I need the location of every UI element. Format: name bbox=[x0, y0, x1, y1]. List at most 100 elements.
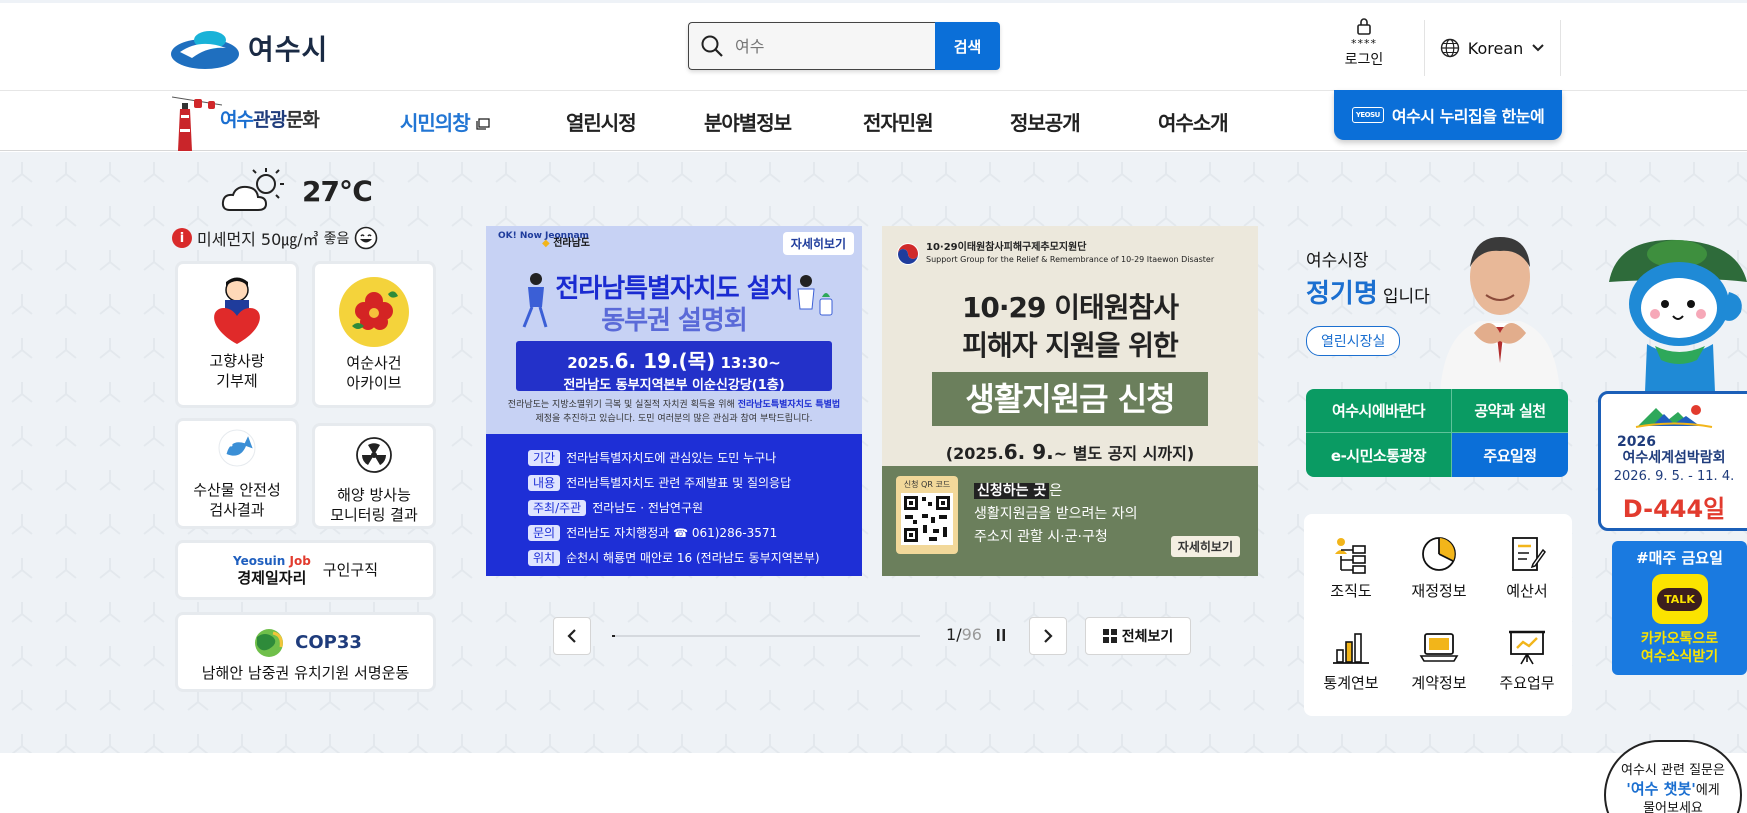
view-all-label: 전체보기 bbox=[1121, 629, 1174, 645]
banner1-description: 전라남도는 지방소멸위기 극복 및 실질적 자치권 획득을 위해 전라남도특별자… bbox=[496, 398, 852, 426]
pause-button[interactable] bbox=[992, 626, 1010, 644]
prev-slide-button[interactable] bbox=[553, 617, 591, 655]
quick-card-job[interactable]: Yeosuin Job 경제일자리 구인구직 bbox=[175, 540, 436, 600]
tour-culture-label: 여수관광문화 bbox=[220, 105, 320, 132]
nav-item-field-info[interactable]: 분야별정보 bbox=[704, 107, 792, 136]
banner-slide-jeonnam[interactable]: OK! Now Jeonnam ◆ 전라남도 자세히보기 전라남특별자치도 설치… bbox=[486, 226, 862, 576]
globe-icon bbox=[1440, 38, 1459, 58]
banner1-details: 기간 전라남특별자치도에 관심있는 도민 누구나 내용 전라남특별자치도 관련 주제… bbox=[486, 434, 862, 576]
view-all-button[interactable]: 전체보기 bbox=[1085, 617, 1191, 655]
dust-value: 50㎍/㎥ bbox=[260, 230, 319, 249]
mayor-name: 정기명 bbox=[1306, 279, 1378, 309]
nav-item-label: 시민의창 bbox=[400, 111, 471, 135]
apply-2: 생활지원금을 받으려는 자의 bbox=[974, 506, 1138, 522]
mayor-link-schedule[interactable]: 주요일정 bbox=[1452, 433, 1568, 477]
quick-link-org-chart[interactable]: 조직도 bbox=[1306, 534, 1396, 601]
chatbot-line-2a: '여수 챗봇' bbox=[1626, 780, 1696, 798]
tour-label-b: 관광 bbox=[252, 109, 287, 131]
banner2-period: (2025.6. 9.~ 별도 공지 시까지) bbox=[882, 440, 1258, 464]
cop33-globe-icon bbox=[255, 629, 284, 657]
site-logo[interactable]: 여수시 bbox=[170, 23, 328, 73]
kakao-hashtag: #매주 금요일 bbox=[1636, 549, 1723, 567]
expo-title: 2026 여수세계섬박람회 bbox=[1601, 434, 1747, 466]
mayor-section: 여수시장 정기명 입니다 열린시장실 bbox=[1306, 246, 1430, 356]
search-button[interactable]: 검색 bbox=[935, 22, 1000, 70]
mayor-link-requests[interactable]: 여수시에바란다 bbox=[1306, 389, 1452, 433]
quick-link-label: 예산서 bbox=[1506, 582, 1548, 600]
quick-link-statistics[interactable]: 통계연보 bbox=[1306, 626, 1396, 693]
slide-total: 96 bbox=[961, 625, 982, 644]
banner2-title-1: 10·29 이태원참사 bbox=[961, 291, 1179, 324]
next-slide-button[interactable] bbox=[1029, 617, 1067, 655]
nav-item-e-civil[interactable]: 전자민원 bbox=[863, 107, 934, 136]
banner2-more-link[interactable]: 자세히보기 bbox=[1170, 536, 1240, 557]
job-brand-a: Yeosuin bbox=[232, 554, 286, 568]
sitemap-button[interactable]: YEOSU 여수시 누리집을 한눈에 bbox=[1334, 90, 1562, 140]
nav-item-citizen[interactable]: 시민의창 bbox=[400, 107, 490, 136]
search-bar: 검색 bbox=[688, 22, 1000, 70]
quick-card-yeosun-archive[interactable]: 여순사건 아카이브 bbox=[312, 261, 436, 408]
detail-key: 문의 bbox=[528, 525, 561, 541]
nav-item-open-admin[interactable]: 열린시정 bbox=[566, 107, 637, 136]
banner1-date-box: 2025.6. 19.(목) 13:30~ 전라남도 동부지역본부 이순신강당(… bbox=[516, 341, 832, 393]
smile-face-icon bbox=[355, 226, 378, 250]
quick-link-key-tasks[interactable]: 주요업무 bbox=[1482, 626, 1572, 693]
quick-card-marine-radiation[interactable]: 해양 방사능 모니터링 결과 bbox=[312, 423, 436, 529]
mayor-role: 여수시장 bbox=[1306, 251, 1369, 271]
date-pre: 2025. bbox=[567, 354, 615, 372]
quick-link-finance[interactable]: 재정정보 bbox=[1394, 534, 1484, 601]
slide-progress-fill bbox=[612, 635, 615, 637]
info-quick-links: 조직도 재정정보 예산서 통계연보 계약정보 주요업무 bbox=[1304, 514, 1572, 716]
mayor-link-pledges[interactable]: 공약과 실천 bbox=[1452, 389, 1568, 433]
expo-dates: 2026. 9. 5. - 11. 4. bbox=[1613, 469, 1735, 484]
tour-culture-link[interactable]: 여수관광문화 bbox=[171, 89, 332, 151]
main-navigation: 여수관광문화 시민의창 열린시정 분야별정보 전자민원 정보공개 여수소개 YE… bbox=[0, 90, 1747, 151]
banner2-apply-box: 신청 QR 코드 신청하는 곳은 생활지원금을 받으려는 자의 주소지 관할 시… bbox=[882, 466, 1258, 576]
org-en: Support Group for the Relief & Remembran… bbox=[926, 255, 1215, 264]
detail-key: 기간 bbox=[528, 450, 561, 466]
period-big: 6. 9. bbox=[1003, 440, 1054, 464]
hometown-donation-icon bbox=[214, 277, 260, 344]
nav-item-info-disclosure[interactable]: 정보공개 bbox=[1010, 107, 1081, 136]
card-line-1: 여순사건 bbox=[346, 354, 402, 372]
radiation-icon bbox=[356, 437, 392, 473]
expo-dday-card[interactable]: 2026 여수세계섬박람회 2026. 9. 5. - 11. 4. D-444… bbox=[1598, 391, 1747, 531]
grid-icon bbox=[1102, 629, 1117, 643]
login-button[interactable]: **** 로그인 bbox=[1336, 17, 1392, 69]
kakao-subscribe-card[interactable]: #매주 금요일 TALK 카카오톡으로 여수소식받기 bbox=[1612, 541, 1747, 675]
banner-slide-itaewon[interactable]: 10·29이태원참사피해구제추모지원단 Support Group for th… bbox=[882, 226, 1258, 576]
chatbot-line-1: 여수시 관련 질문은 bbox=[1621, 763, 1725, 778]
open-mayor-office-button[interactable]: 열린시장실 bbox=[1306, 326, 1401, 356]
chevron-down-icon bbox=[1532, 44, 1544, 52]
quick-link-label: 주요업무 bbox=[1499, 674, 1555, 692]
banner1-more-link[interactable]: 자세히보기 bbox=[782, 232, 854, 255]
search-input[interactable] bbox=[688, 22, 935, 70]
jeonnam-org: ◆ 전라남도 bbox=[542, 238, 590, 249]
banner2-apply-text: 신청하는 곳은 생활지원금을 받으려는 자의 주소지 관할 시·군·구청 bbox=[974, 480, 1137, 549]
tour-label-a: 여수 bbox=[220, 109, 254, 131]
detail-row: 문의 전라남도 자치행정과 ☎ 061)286-3571 bbox=[528, 521, 820, 546]
weather-widget: 27℃ bbox=[220, 166, 373, 216]
quick-card-hometown-donation[interactable]: 고향사랑 기부제 bbox=[175, 261, 299, 408]
quick-link-contracts[interactable]: 계약정보 bbox=[1394, 626, 1484, 693]
detail-row: 내용 전라남특별자치도 관련 주제발표 및 질의응답 bbox=[528, 471, 820, 496]
cop33-text: COP33 bbox=[295, 632, 362, 653]
nav-item-about-yeosu[interactable]: 여수소개 bbox=[1158, 107, 1229, 136]
search-icon bbox=[701, 35, 723, 57]
job-label: 구인구직 bbox=[322, 561, 378, 579]
quick-link-budget[interactable]: 예산서 bbox=[1482, 534, 1572, 601]
mayor-link-e-citizen[interactable]: e-시민소통광장 bbox=[1306, 433, 1452, 477]
card-line-1: 해양 방사능 bbox=[337, 486, 411, 504]
language-selector[interactable]: Korean bbox=[1424, 20, 1561, 76]
mayor-photo bbox=[1440, 237, 1560, 393]
job-brand-b: Job bbox=[289, 554, 311, 568]
quick-card-seafood-safety[interactable]: 수산물 안전성 검사결과 bbox=[175, 418, 299, 529]
desc-1: 전라남도는 지방소멸위기 극복 및 실질적 자치권 획득을 위해 bbox=[507, 400, 735, 410]
yeosu-emblem-icon bbox=[171, 31, 239, 69]
pause-icon bbox=[997, 629, 1005, 641]
new-window-icon bbox=[475, 118, 490, 130]
pie-chart-icon bbox=[1422, 537, 1456, 571]
org-ko: 10·29이태원참사피해구제추모지원단 bbox=[926, 242, 1087, 253]
cop33-logo: COP33 bbox=[178, 627, 433, 659]
quick-card-cop33[interactable]: COP33 남해안 남중권 유치기원 서명운동 bbox=[175, 612, 436, 692]
